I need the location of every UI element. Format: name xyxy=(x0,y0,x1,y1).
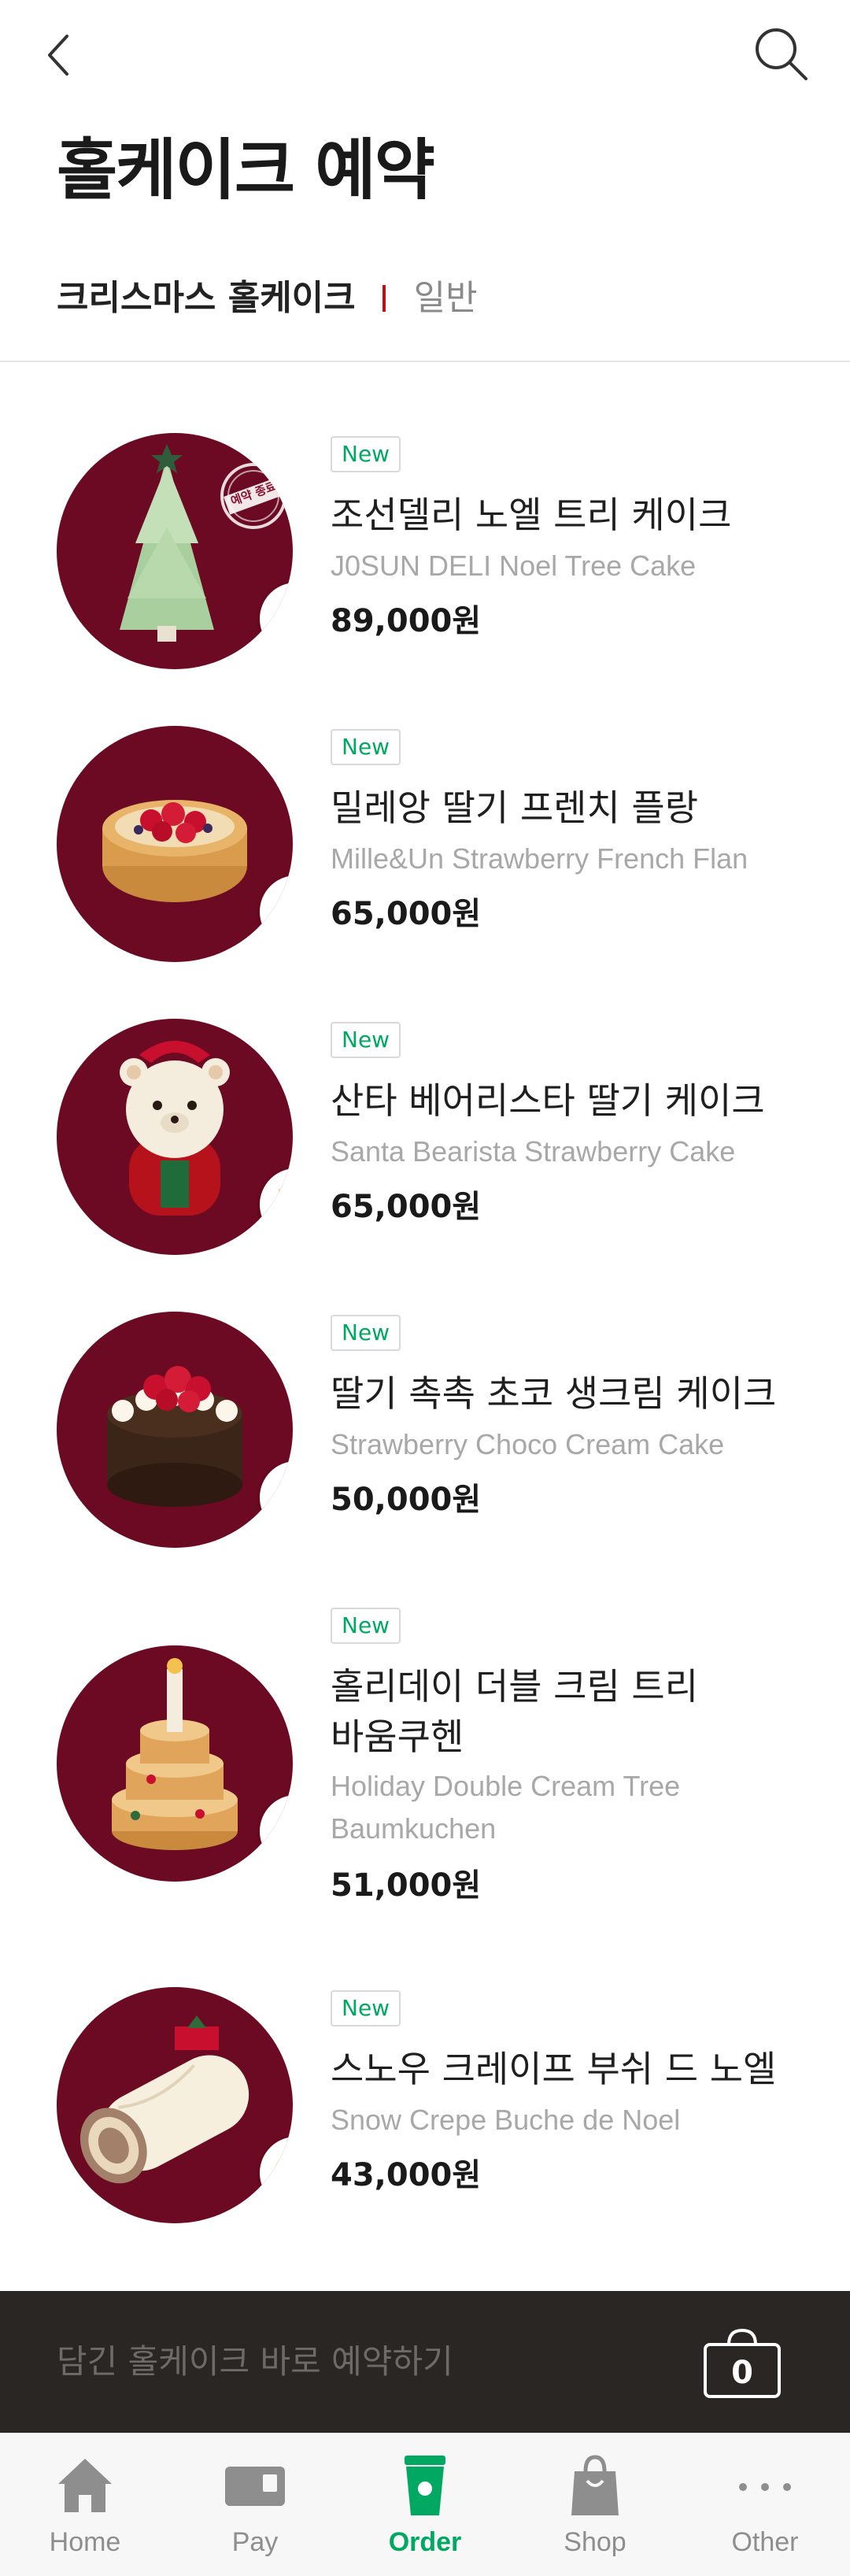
order-cup-icon xyxy=(394,2454,456,2517)
new-badge: New xyxy=(331,436,401,472)
product-name: 스노우 크레이프 부쉬 드 노엘 xyxy=(331,2048,777,2090)
new-badge: New xyxy=(331,1990,401,2026)
nav-pay[interactable]: Pay xyxy=(170,2434,340,2576)
tab-separator xyxy=(382,285,386,312)
tab-christmas-cake[interactable]: 크리스마스 홀케이크 xyxy=(57,271,356,326)
page-title: 홀케이크 예약 xyxy=(57,131,435,209)
product-item[interactable]: New 산타 베어리스타 딸기 케이크 Santa Bearista Straw… xyxy=(0,1011,850,1279)
new-badge: New xyxy=(331,729,401,765)
nav-other-label: Other xyxy=(731,2527,799,2557)
product-item[interactable]: New 밀레앙 딸기 프렌치 플랑 Mille&Un Strawberry Fr… xyxy=(0,718,850,986)
chevron-left-icon xyxy=(46,33,70,80)
mini-image xyxy=(260,2137,293,2209)
product-price: 51,000원 xyxy=(331,1867,482,1904)
product-name: 밀레앙 딸기 프렌치 플랑 xyxy=(331,786,699,829)
search-button[interactable] xyxy=(749,24,812,87)
new-badge: New xyxy=(331,1022,401,1058)
product-price: 89,000원 xyxy=(331,603,482,639)
product-image xyxy=(57,1987,293,2223)
product-english-name: Holiday Double Cream Tree xyxy=(331,1770,681,1802)
new-badge: New xyxy=(331,1315,401,1351)
bottom-navigation: Home Pay Order Shop Other xyxy=(0,2433,850,2576)
product-name: 홀리데이 더블 크림 트리 xyxy=(331,1665,699,1708)
product-image xyxy=(57,1645,293,1882)
product-english-name: Strawberry Choco Cream Cake xyxy=(331,1428,725,1460)
product-item[interactable]: New 홀리데이 더블 크림 트리 바움쿠헨 Holiday Double Cr… xyxy=(0,1597,850,1919)
mini-image xyxy=(260,583,293,655)
product-price: 65,000원 xyxy=(331,896,482,932)
product-name: 조선델리 노엘 트리 케이크 xyxy=(331,494,732,536)
product-name-line-2: 바움쿠헨 xyxy=(331,1715,464,1758)
product-english-name: Mille&Un Strawberry French Flan xyxy=(331,842,748,875)
product-image: 예약 종료 xyxy=(57,433,293,669)
product-price: 50,000원 xyxy=(331,1482,482,1518)
mini-image xyxy=(260,875,293,948)
back-button[interactable] xyxy=(35,28,82,85)
product-english-name: Snow Crepe Buche de Noel xyxy=(331,2104,681,2136)
product-image xyxy=(57,1312,293,1548)
search-icon xyxy=(752,25,809,85)
nav-home-label: Home xyxy=(49,2527,121,2557)
product-image xyxy=(57,726,293,962)
product-image xyxy=(57,1019,293,1255)
product-item[interactable]: New 딸기 촉촉 초코 생크림 케이크 Strawberry Choco Cr… xyxy=(0,1304,850,1571)
nav-shop[interactable]: Shop xyxy=(510,2434,680,2576)
product-english-name: J0SUN DELI Noel Tree Cake xyxy=(331,550,697,582)
category-tabs: 크리스마스 홀케이크 일반 xyxy=(57,271,478,326)
mini-image xyxy=(260,1461,293,1534)
cart-count: 0 xyxy=(731,2355,753,2391)
product-item[interactable]: New 스노우 크레이프 부쉬 드 노엘 Snow Crepe Buche de… xyxy=(0,1979,850,2247)
cart-button[interactable]: 0 xyxy=(702,2327,782,2400)
nav-pay-label: Pay xyxy=(231,2527,279,2557)
reserve-cart-bar[interactable]: 담긴 홀케이크 바로 예약하기 0 xyxy=(0,2291,850,2433)
product-price: 65,000원 xyxy=(331,1189,482,1225)
product-english-name-line-2: Baumkuchen xyxy=(331,1812,497,1845)
nav-order-label: Order xyxy=(388,2527,462,2557)
nav-other[interactable]: Other xyxy=(680,2434,850,2576)
pay-card-icon xyxy=(224,2454,286,2517)
shopping-bag-icon xyxy=(564,2454,626,2517)
more-dots-icon xyxy=(734,2454,796,2517)
new-badge: New xyxy=(331,1608,401,1644)
product-name: 딸기 촉촉 초코 생크림 케이크 xyxy=(331,1372,777,1415)
mini-image xyxy=(260,1795,293,1867)
product-item[interactable]: 예약 종료 New 조선델리 노엘 트리 케이크 J0SUN DELI Noel… xyxy=(0,425,850,693)
mini-image xyxy=(260,1168,293,1241)
nav-home[interactable]: Home xyxy=(0,2434,170,2576)
product-english-name: Santa Bearista Strawberry Cake xyxy=(331,1135,736,1168)
product-name: 산타 베어리스타 딸기 케이크 xyxy=(331,1079,765,1122)
divider xyxy=(0,361,850,362)
home-icon xyxy=(54,2454,116,2517)
nav-shop-label: Shop xyxy=(564,2527,626,2557)
top-bar xyxy=(0,0,850,118)
product-price: 43,000원 xyxy=(331,2157,482,2193)
nav-order[interactable]: Order xyxy=(340,2434,510,2576)
tab-general[interactable]: 일반 xyxy=(414,271,478,326)
reserve-now-label: 담긴 홀케이크 바로 예약하기 xyxy=(57,2342,453,2381)
